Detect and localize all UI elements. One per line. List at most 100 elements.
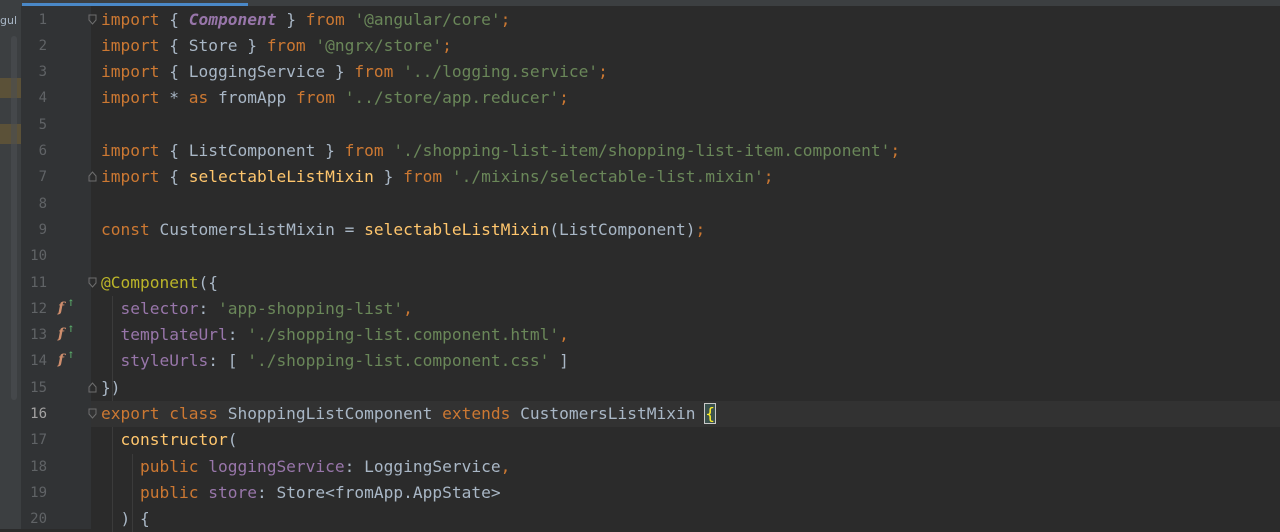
code-token: ; — [695, 219, 706, 239]
code-text[interactable]: templateUrl: './shopping-list.component.… — [101, 322, 569, 348]
line-number[interactable]: 6 — [21, 138, 47, 164]
code-token: import — [101, 167, 160, 187]
line-number[interactable]: 19 — [21, 480, 47, 506]
fold-marker-icon[interactable] — [88, 408, 97, 419]
code-line[interactable]: 1 import { Component } from '@angular/cor… — [0, 7, 1280, 33]
code-token: './mixins/selectable-list.mixin' — [451, 167, 764, 187]
code-line[interactable]: 6 import { ListComponent } from './shoppi… — [0, 138, 1280, 164]
code-token: : Store<fromApp.AppState> — [256, 482, 501, 502]
line-number[interactable]: 4 — [21, 85, 47, 111]
code-text[interactable]: @Component({ — [101, 270, 218, 296]
override-marker-icon[interactable]: f — [58, 321, 76, 343]
code-text[interactable]: styleUrls: [ './shopping-list.component.… — [101, 348, 569, 374]
code-text[interactable]: ) { — [101, 506, 149, 532]
line-number[interactable]: 5 — [21, 112, 47, 138]
line-number[interactable]: 10 — [21, 243, 47, 269]
code-line[interactable]: 15}) — [0, 375, 1280, 401]
code-line[interactable]: 14 f styleUrls: [ './shopping-list.compon… — [0, 347, 1280, 374]
code-line[interactable]: 12 f selector: 'app-shopping-list', — [0, 295, 1280, 322]
override-marker-icon[interactable]: f — [58, 295, 76, 317]
line-number[interactable]: 14 — [21, 348, 47, 374]
code-token: { ListComponent } — [159, 141, 345, 160]
code-line[interactable]: 7 import { selectableListMixin } from './… — [0, 164, 1280, 190]
fold-marker-icon[interactable] — [88, 277, 97, 288]
code-line[interactable]: 5 — [0, 112, 1280, 138]
code-token: as — [188, 88, 209, 108]
line-number[interactable]: 7 — [21, 164, 47, 190]
code-line[interactable]: 3 import { LoggingService } from '../logg… — [0, 59, 1280, 85]
code-token: { Store } — [159, 35, 267, 55]
code-text[interactable]: import { selectableListMixin } from './m… — [101, 164, 774, 190]
indent-guide — [112, 427, 113, 532]
code-line[interactable]: 4 import * as fromApp from '../store/app.… — [0, 85, 1280, 111]
code-text[interactable]: import * as fromApp from '../store/app.r… — [101, 85, 569, 111]
line-number[interactable]: 9 — [21, 217, 47, 243]
code-line[interactable]: 18 public loggingService: LoggingService… — [0, 454, 1280, 480]
fold-marker-icon[interactable] — [88, 381, 97, 393]
code-token: '@ngrx/store' — [315, 35, 443, 55]
code-line[interactable]: 8 — [0, 191, 1280, 217]
code-line[interactable]: 10 — [0, 243, 1280, 269]
line-number[interactable]: 18 — [21, 454, 47, 480]
code-line[interactable]: 16 export class ShoppingListComponent ext… — [0, 401, 1280, 428]
code-text[interactable]: public loggingService: LoggingService, — [101, 454, 510, 480]
code-text[interactable]: import { ListComponent } from './shoppin… — [101, 138, 900, 164]
code-token: './shopping-list-item/shopping-list-item… — [393, 141, 891, 160]
line-number[interactable]: 3 — [21, 59, 47, 85]
code-text[interactable]: public store: Store<fromApp.AppState> — [101, 480, 501, 506]
line-number[interactable]: 20 — [21, 506, 47, 532]
code-token: Component — [188, 9, 277, 29]
code-text[interactable]: }) — [101, 375, 121, 401]
code-token: ; — [890, 141, 901, 160]
code-token: * — [159, 88, 189, 108]
code-line[interactable]: 2 import { Store } from '@ngrx/store'; — [0, 33, 1280, 59]
indent-guide — [112, 295, 113, 401]
fold-marker-icon[interactable] — [88, 14, 97, 25]
line-number[interactable]: 17 — [21, 427, 47, 453]
line-number[interactable]: 2 — [21, 33, 47, 59]
code-token: , — [403, 298, 413, 318]
code-text[interactable]: import { LoggingService } from '../loggi… — [101, 59, 608, 85]
code-line-background — [91, 243, 1280, 269]
code-line[interactable]: 11 @Component({ — [0, 270, 1280, 296]
code-token: import — [101, 9, 160, 29]
code-text[interactable]: export class ShoppingListComponent exten… — [101, 401, 716, 427]
code-line[interactable]: 20 ) { — [0, 506, 1280, 532]
line-number[interactable]: 11 — [21, 270, 47, 296]
code-line-background — [91, 506, 1280, 532]
line-number[interactable]: 12 — [21, 296, 47, 322]
code-token: : — [227, 325, 248, 345]
code-text[interactable]: import { Component } from '@angular/core… — [101, 7, 510, 33]
override-marker-icon[interactable]: f — [58, 347, 76, 369]
code-token: './shopping-list.component.html' — [247, 325, 560, 345]
code-token: ; — [559, 88, 569, 108]
fold-marker-icon[interactable] — [88, 171, 97, 182]
line-number[interactable]: 13 — [21, 322, 47, 348]
line-number[interactable]: 16 — [21, 401, 47, 427]
code-line-background — [91, 375, 1280, 401]
code-text[interactable]: const CustomersListMixin = selectableLis… — [101, 217, 705, 243]
line-number[interactable]: 15 — [21, 375, 47, 401]
code-text[interactable]: selector: 'app-shopping-list', — [101, 296, 413, 322]
code-token: from — [403, 167, 443, 187]
code-token: import — [101, 35, 160, 55]
code-token: ShoppingListComponent — [217, 404, 443, 423]
code-text[interactable]: import { Store } from '@ngrx/store'; — [101, 33, 452, 59]
line-number[interactable]: 1 — [21, 7, 47, 33]
code-line[interactable]: 19 public store: Store<fromApp.AppState> — [0, 480, 1280, 506]
code-line[interactable]: 13 f templateUrl: './shopping-list.compon… — [0, 321, 1280, 348]
code-token: ({ — [198, 272, 218, 292]
code-token: store — [208, 482, 257, 502]
code-line[interactable]: 17 constructor( — [0, 427, 1280, 453]
code-text[interactable]: constructor( — [101, 427, 238, 453]
code-token: const — [101, 219, 150, 239]
code-token: { — [159, 167, 189, 187]
code-line[interactable]: 9 const CustomersListMixin = selectableLi… — [0, 217, 1280, 243]
code-token: styleUrls — [120, 351, 209, 371]
line-number[interactable]: 8 — [21, 191, 47, 217]
